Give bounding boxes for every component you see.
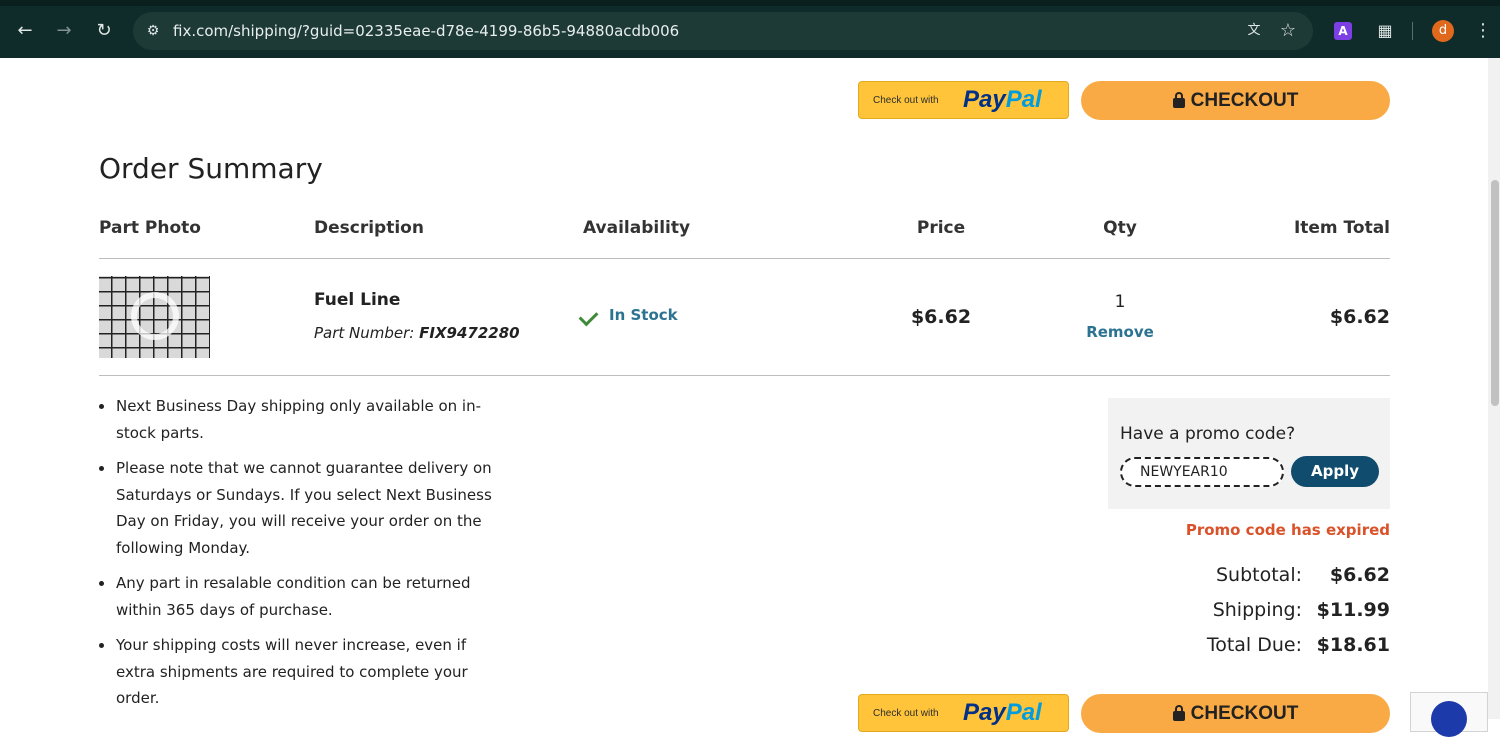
checkmark-icon: [578, 306, 599, 327]
item-total: $6.62: [1329, 306, 1390, 328]
page-title: Order Summary: [99, 152, 323, 185]
subtotal-value: $6.62: [1329, 564, 1390, 586]
extensions-puzzle-icon[interactable]: ▦: [1374, 20, 1396, 42]
note-item: Any part in resalable condition can be r…: [99, 570, 499, 623]
table-row-divider: [99, 375, 1390, 376]
browser-toolbar: ← → ↻ ⚙ fix.com/shipping/?guid=02335eae-…: [0, 0, 1500, 58]
site-info-icon[interactable]: ⚙: [143, 21, 163, 41]
toolbar-divider: [1412, 22, 1413, 40]
lock-icon: [1172, 92, 1185, 108]
reload-icon[interactable]: ↻: [92, 19, 116, 43]
bookmark-star-icon[interactable]: ☆: [1277, 19, 1299, 43]
header-item-total: Item Total: [1293, 218, 1390, 238]
promo-error-message: Promo code has expired: [1185, 521, 1390, 539]
shipping-notes: Next Business Day shipping only availabl…: [99, 393, 499, 721]
header-qty: Qty: [1103, 218, 1137, 238]
header-description: Description: [314, 218, 424, 238]
item-name[interactable]: Fuel Line: [314, 290, 400, 310]
more-menu-icon[interactable]: ⋮: [1474, 19, 1492, 43]
subtotal-label: Subtotal:: [1215, 564, 1302, 586]
paypal-logo: PayPal: [963, 86, 1042, 113]
table-header-divider: [99, 258, 1390, 259]
note-item: Please note that we cannot guarantee del…: [99, 455, 499, 561]
paypal-logo: PayPal: [963, 699, 1042, 726]
forward-icon[interactable]: →: [52, 19, 76, 43]
header-price: Price: [916, 218, 966, 238]
shipping-label: Shipping:: [1212, 599, 1302, 621]
part-photo[interactable]: [99, 276, 210, 358]
profile-avatar[interactable]: d: [1432, 20, 1454, 42]
promo-question: Have a promo code?: [1120, 424, 1296, 444]
address-bar[interactable]: ⚙ fix.com/shipping/?guid=02335eae-d78e-4…: [133, 12, 1313, 50]
remove-item-link[interactable]: Remove: [1080, 323, 1160, 341]
promo-box: Have a promo code? NEWYEAR10 Apply: [1108, 398, 1390, 509]
checkout-button[interactable]: CHECKOUT: [1081, 81, 1390, 120]
promo-code-input[interactable]: NEWYEAR10: [1120, 457, 1284, 487]
checkout-button-bottom[interactable]: CHECKOUT: [1081, 694, 1390, 733]
total-due-value: $18.61: [1316, 634, 1390, 656]
apply-promo-button[interactable]: Apply: [1291, 456, 1379, 487]
paypal-checkout-button-bottom[interactable]: Check out with PayPal: [858, 694, 1069, 732]
item-price: $6.62: [910, 306, 972, 328]
scrollbar-thumb[interactable]: [1491, 180, 1499, 406]
url-text[interactable]: fix.com/shipping/?guid=02335eae-d78e-419…: [173, 22, 679, 40]
translate-icon[interactable]: 文: [1243, 21, 1265, 41]
note-item: Your shipping costs will never increase,…: [99, 632, 499, 712]
note-item: Next Business Day shipping only availabl…: [99, 393, 499, 446]
paypal-prefix: Check out with: [873, 95, 939, 106]
header-part-photo: Part Photo: [99, 218, 201, 238]
shipping-value: $11.99: [1316, 599, 1390, 621]
back-icon[interactable]: ←: [13, 19, 37, 43]
header-availability: Availability: [583, 218, 691, 238]
item-part-number: Part Number: FIX9472280: [314, 324, 520, 342]
recaptcha-icon: [1431, 701, 1467, 737]
paypal-checkout-button[interactable]: Check out with PayPal: [858, 81, 1069, 119]
recaptcha-badge[interactable]: [1410, 692, 1488, 737]
total-due-label: Total Due:: [1206, 634, 1302, 656]
tab-strip: [0, 0, 1500, 6]
paypal-prefix: Check out with: [873, 708, 939, 719]
extension-icon[interactable]: A: [1334, 22, 1352, 40]
item-qty: 1: [1114, 292, 1126, 312]
